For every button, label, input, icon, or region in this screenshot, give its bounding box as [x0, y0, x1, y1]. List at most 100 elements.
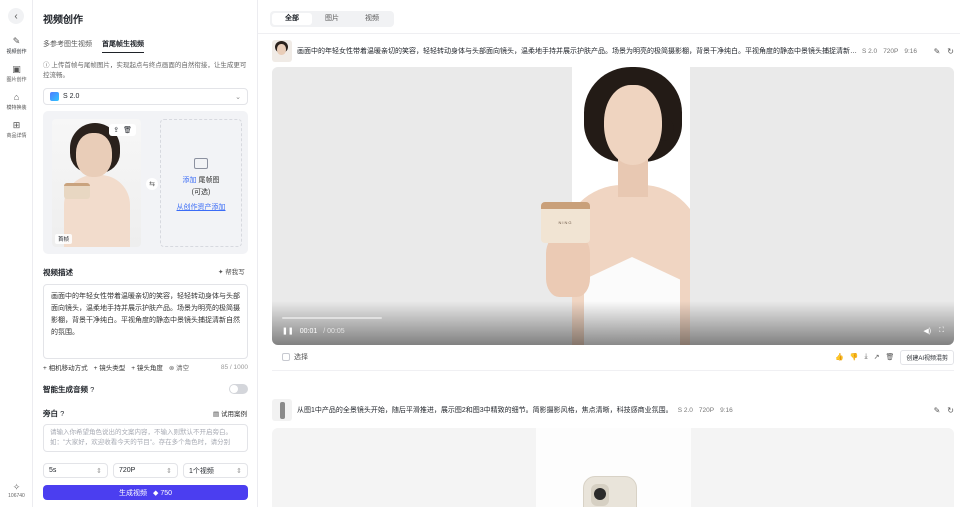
example-icon: ▤ — [213, 411, 221, 418]
image-icon — [194, 158, 208, 169]
rail-item-label: 图片创作 — [6, 77, 27, 83]
results-area: 全部 图片 视频 画面中的年轻女性带着温暖亲切的笑容，轻轻转动身体与头部面向镜头… — [258, 0, 960, 507]
frame-uploader: ⇪ 🗑 首帧 ⇆ 添加 尾帧图 (可选) 从创作资产添加 — [43, 111, 248, 254]
hint-text: ⓘ 上传首帧与尾帧图片，实现起点与终点画面的自然衔接，让生成更可控流畅。 — [43, 62, 247, 79]
chevron-updown-icon: ⇕ — [166, 467, 172, 475]
volume-icon[interactable]: ◀) — [923, 327, 931, 335]
description-title: 视频描述 — [43, 268, 73, 277]
rail-item-label: 商品详情 — [6, 133, 27, 139]
option-selects: 5s ⇕ 720P ⇕ 1个视频 ⇕ — [43, 463, 248, 478]
audio-toggle[interactable] — [229, 384, 248, 394]
thumb-up-icon[interactable]: 👍 — [835, 353, 844, 361]
model-logo-icon — [50, 92, 59, 101]
result-prompt: 画面中的年轻女性带着温暖亲切的笑容，轻轻转动身体与头部面向镜头，温柔地手持并展示… — [297, 48, 857, 55]
image-edit-icon: ▣ — [12, 64, 21, 74]
result-tools: ✎ ↻ — [934, 47, 954, 56]
swap-frames-button[interactable]: ⇆ — [146, 178, 158, 190]
filter-all[interactable]: 全部 — [272, 13, 312, 25]
result-prompt: 从图1中产品的全景镜头开始，随后平滑推进，展示图2和图3中精致的细节。简影摄影风… — [297, 407, 673, 414]
video-player[interactable] — [272, 428, 954, 507]
voice-example-button[interactable]: ▤ 试用案例 — [213, 408, 247, 418]
time-total: / 00:05 — [323, 327, 345, 335]
clear-button[interactable]: ⊗ 清空 — [169, 362, 189, 372]
fullscreen-icon[interactable]: ⛶ — [939, 327, 944, 335]
first-frame-tag: 首帧 — [55, 234, 73, 244]
outfit-icon: ⌂ — [13, 92, 20, 102]
video-player[interactable]: NING ❚❚ 00:01 / 00:05 ◀) ⛶ — [272, 67, 954, 345]
page-title: 视频创作 — [43, 15, 83, 26]
left-rail: ‹ ✎ 视频创作 ▣ 图片创作 ⌂ 模特换装 ⊞ 商品详情 ✧ 106740 — [0, 0, 33, 507]
chip-lens-angle[interactable]: + 镜头角度 — [131, 362, 163, 372]
video-edit-icon: ✎ — [12, 36, 21, 46]
result-card-footer: 选择 👍 👎 ⤓ ↗ 🗑 创建AI视频混剪 — [272, 349, 954, 365]
trash-icon[interactable]: 🗑 — [123, 126, 132, 134]
chevron-down-icon: ⌄ — [235, 93, 241, 101]
rail-item-video[interactable]: ✎ 视频创作 — [0, 36, 33, 55]
audio-label: 智能生成音频 ? — [43, 385, 95, 394]
clear-icon: ⊗ — [168, 365, 177, 372]
edit-icon[interactable]: ✎ — [934, 406, 941, 415]
product-jar: NING — [541, 202, 590, 243]
mode-tabs: 多参考图生视频 首尾帧生视频 — [43, 39, 144, 53]
add-last-frame-link[interactable]: 添加 — [183, 177, 197, 184]
model-select[interactable]: S 2.0 ⌄ — [43, 88, 248, 105]
credits-balance[interactable]: ✧ 106740 — [0, 482, 33, 499]
filter-tabs: 全部 图片 视频 — [270, 11, 394, 27]
last-frame-dropzone[interactable]: 添加 尾帧图 (可选) 从创作资产添加 — [160, 119, 242, 247]
rail-item-label: 模特换装 — [6, 105, 27, 111]
result-card-header: 从图1中产品的全景镜头开始，随后平滑推进，展示图2和图3中精致的细节。简影摄影风… — [272, 399, 954, 421]
quantity-select[interactable]: 1个视频 ⇕ — [183, 463, 248, 478]
generate-button[interactable]: 生成视频 ◆ 750 — [43, 485, 248, 500]
char-count: 85 / 1000 — [220, 363, 248, 371]
regenerate-icon[interactable]: ↻ — [947, 406, 954, 415]
swap-icon: ⇆ — [149, 181, 155, 188]
reference-thumbnail[interactable] — [272, 40, 292, 62]
add-from-assets-link[interactable]: 从创作资产添加 — [161, 202, 241, 212]
select-checkbox[interactable] — [282, 353, 290, 361]
rail-item-product[interactable]: ⊞ 商品详情 — [0, 120, 33, 139]
diamond-icon: ✧ — [12, 482, 21, 492]
rail-item-image[interactable]: ▣ 图片创作 — [0, 64, 33, 83]
edit-icon[interactable]: ✎ — [934, 47, 941, 56]
resolution-select[interactable]: 720P ⇕ — [113, 463, 178, 478]
reference-thumbnail[interactable] — [272, 399, 292, 421]
download-icon[interactable]: ⤓ — [864, 353, 867, 361]
rail-item-outfit[interactable]: ⌂ 模特换装 — [0, 92, 33, 111]
trash-icon[interactable]: 🗑 — [885, 353, 894, 361]
thumb-down-icon[interactable]: 👎 — [850, 353, 859, 361]
description-input[interactable]: 画面中的年轻女性带着温暖亲切的笑容，轻轻转动身体与头部面向镜头，温柔地手持并展示… — [43, 284, 248, 359]
tab-multi-reference[interactable]: 多参考图生视频 — [43, 39, 92, 53]
chip-camera-move[interactable]: + 相机移动方式 — [43, 362, 88, 372]
tab-first-last-frame[interactable]: 首尾帧生视频 — [102, 39, 144, 53]
first-frame-image[interactable]: ⇪ 🗑 首帧 — [52, 119, 141, 247]
filter-videos[interactable]: 视频 — [352, 13, 392, 25]
duration-select[interactable]: 5s ⇕ — [43, 463, 108, 478]
regenerate-icon[interactable]: ↻ — [947, 47, 954, 56]
prompt-chips: + 相机移动方式 + 镜头类型 + 镜头角度 ⊗ 清空 85 / 1000 — [43, 362, 248, 373]
upload-icon[interactable]: ⇪ — [113, 126, 119, 134]
result-tools: ✎ ↻ — [934, 406, 954, 415]
create-ai-remix-button[interactable]: 创建AI视频混剪 — [900, 349, 954, 365]
result-meta: S 2.0 720P 9:16 — [862, 47, 918, 55]
voice-label: 旁白 ? — [43, 409, 65, 418]
result-meta: S 2.0 720P 9:16 — [677, 406, 733, 414]
video-progress[interactable] — [282, 317, 382, 319]
chevron-updown-icon: ⇕ — [96, 467, 102, 475]
chevron-updown-icon: ⇕ — [236, 467, 242, 475]
filter-images[interactable]: 图片 — [312, 13, 352, 25]
voice-input[interactable]: 请输入你希望角色说出的文案内容，不输入则默认不开启旁白。如："大家好，欢迎收看今… — [43, 424, 248, 452]
product-detail-icon: ⊞ — [12, 120, 21, 130]
help-write-button[interactable]: ✦ 帮我写 — [218, 266, 245, 276]
result-card-header: 画面中的年轻女性带着温暖亲切的笑容，轻轻转动身体与头部面向镜头，温柔地手持并展示… — [272, 40, 954, 62]
frame-tools: ⇪ 🗑 — [109, 124, 136, 136]
back-button[interactable]: ‹ — [8, 8, 24, 24]
time-current: 00:01 — [299, 327, 318, 335]
share-icon[interactable]: ↗ — [874, 353, 880, 361]
rail-item-label: 视频创作 — [6, 49, 27, 55]
video-controls: ❚❚ 00:01 / 00:05 ◀) ⛶ — [272, 301, 954, 345]
chip-lens-type[interactable]: + 镜头类型 — [94, 362, 126, 372]
help-icon[interactable]: ? — [90, 385, 94, 394]
chevron-left-icon: ‹ — [14, 10, 18, 22]
pause-icon[interactable]: ❚❚ — [282, 327, 294, 335]
help-icon[interactable]: ? — [60, 409, 64, 418]
